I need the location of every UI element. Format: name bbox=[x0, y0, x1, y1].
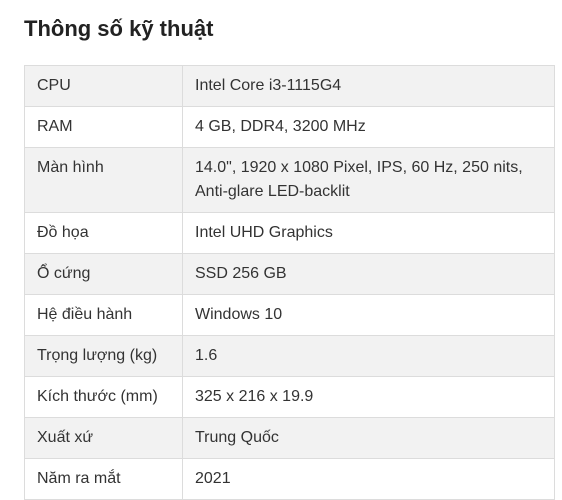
spec-label: Năm ra mắt bbox=[24, 458, 183, 500]
spec-value: 325 x 216 x 19.9 bbox=[182, 376, 555, 418]
table-row: Xuất xứ Trung Quốc bbox=[24, 417, 555, 459]
spec-label: CPU bbox=[24, 65, 183, 107]
spec-label: Màn hình bbox=[24, 147, 183, 213]
spec-value: 2021 bbox=[182, 458, 555, 500]
table-row: Hệ điều hành Windows 10 bbox=[24, 294, 555, 336]
table-row: Ổ cứng SSD 256 GB bbox=[24, 253, 555, 295]
spec-value-line: 14.0", 1920 x 1080 Pixel, IPS, 60 Hz, 25… bbox=[195, 159, 523, 176]
table-row: RAM 4 GB, DDR4, 3200 MHz bbox=[24, 106, 555, 148]
table-row: Năm ra mắt 2021 bbox=[24, 458, 555, 500]
spec-label: Hệ điều hành bbox=[24, 294, 183, 336]
table-row: Kích thước (mm) 325 x 216 x 19.9 bbox=[24, 376, 555, 418]
spec-value: 4 GB, DDR4, 3200 MHz bbox=[182, 106, 555, 148]
section-title: Thông số kỹ thuật bbox=[24, 16, 214, 41]
spec-value: Intel Core i3-1115G4 bbox=[182, 65, 555, 107]
table-row: CPU Intel Core i3-1115G4 bbox=[24, 65, 555, 107]
table-row: Màn hình 14.0", 1920 x 1080 Pixel, IPS, … bbox=[24, 147, 555, 213]
spec-value: 1.6 bbox=[182, 335, 555, 377]
spec-value: 14.0", 1920 x 1080 Pixel, IPS, 60 Hz, 25… bbox=[182, 147, 555, 213]
spec-label: Kích thước (mm) bbox=[24, 376, 183, 418]
spec-value: Windows 10 bbox=[182, 294, 555, 336]
spec-label: Ổ cứng bbox=[24, 253, 183, 295]
spec-label: Trọng lượng (kg) bbox=[24, 335, 183, 377]
spec-value: Intel UHD Graphics bbox=[182, 212, 555, 254]
table-row: Trọng lượng (kg) 1.6 bbox=[24, 335, 555, 377]
spec-label: RAM bbox=[24, 106, 183, 148]
spec-label: Đồ họa bbox=[24, 212, 183, 254]
spec-label: Xuất xứ bbox=[24, 417, 183, 459]
spec-value: SSD 256 GB bbox=[182, 253, 555, 295]
spec-value-line: Anti-glare LED-backlit bbox=[195, 183, 350, 200]
spec-table: CPU Intel Core i3-1115G4 RAM 4 GB, DDR4,… bbox=[24, 65, 555, 500]
spec-page: Thông số kỹ thuật CPU Intel Core i3-1115… bbox=[0, 0, 562, 500]
spec-value: Trung Quốc bbox=[182, 417, 555, 459]
table-row: Đồ họa Intel UHD Graphics bbox=[24, 212, 555, 254]
